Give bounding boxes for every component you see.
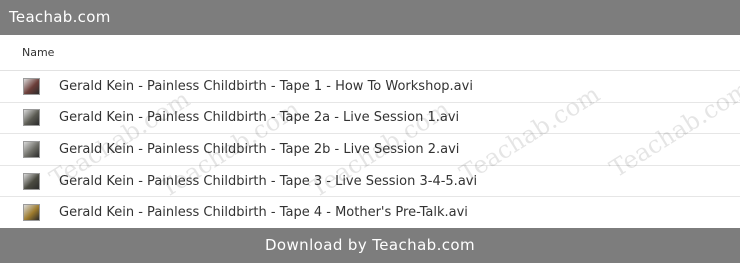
file-row[interactable]: Gerald Kein - Painless Childbirth - Tape… xyxy=(0,134,740,166)
file-name: Gerald Kein - Painless Childbirth - Tape… xyxy=(59,110,460,126)
video-thumbnail-icon xyxy=(23,77,40,95)
video-thumbnail-icon xyxy=(23,109,40,127)
window-title-bar: Teachab.com xyxy=(0,0,740,35)
column-header-name[interactable]: Name xyxy=(0,35,740,71)
file-list: Name Gerald Kein - Painless Childbirth -… xyxy=(0,35,740,229)
window-title: Teachab.com xyxy=(9,8,111,26)
file-name: Gerald Kein - Painless Childbirth - Tape… xyxy=(59,205,468,221)
download-banner: Download by Teachab.com xyxy=(0,228,740,263)
video-thumbnail-icon xyxy=(23,140,40,158)
file-row[interactable]: Gerald Kein - Painless Childbirth - Tape… xyxy=(0,103,740,135)
file-row[interactable]: Gerald Kein - Painless Childbirth - Tape… xyxy=(0,197,740,229)
file-name: Gerald Kein - Painless Childbirth - Tape… xyxy=(59,141,460,157)
file-row[interactable]: Gerald Kein - Painless Childbirth - Tape… xyxy=(0,71,740,103)
file-row[interactable]: Gerald Kein - Painless Childbirth - Tape… xyxy=(0,166,740,198)
file-name: Gerald Kein - Painless Childbirth - Tape… xyxy=(59,173,478,189)
download-banner-text: Download by Teachab.com xyxy=(264,236,475,254)
file-name: Gerald Kein - Painless Childbirth - Tape… xyxy=(59,78,473,94)
video-thumbnail-icon xyxy=(23,204,40,222)
video-thumbnail-icon xyxy=(23,172,40,190)
column-header-label: Name xyxy=(22,46,55,59)
